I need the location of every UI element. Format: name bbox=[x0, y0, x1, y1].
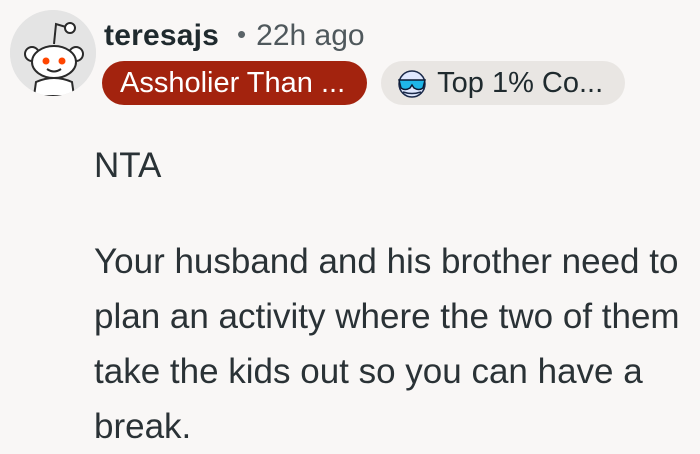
comment-timestamp[interactable]: 22h ago bbox=[256, 19, 364, 53]
user-flair-badge[interactable]: Assholier Than ... bbox=[102, 61, 368, 105]
sunglasses-icon bbox=[395, 68, 429, 98]
comment-paragraph: Your husband and his brother need to pla… bbox=[94, 242, 680, 446]
top-contributor-badge[interactable]: Top 1% Co... bbox=[381, 61, 626, 105]
user-flair-label: Assholier Than ... bbox=[120, 66, 346, 99]
top-contributor-label: Top 1% Co... bbox=[437, 66, 604, 99]
comment-header: teresajs • 22h ago bbox=[104, 14, 365, 58]
comment-paragraph: NTA bbox=[94, 146, 162, 185]
user-avatar[interactable] bbox=[10, 10, 96, 96]
reddit-snoo-avatar-icon bbox=[10, 10, 96, 96]
username-link[interactable]: teresajs bbox=[104, 19, 219, 53]
comment-body: NTA Your husband and his brother need to… bbox=[94, 138, 694, 454]
separator-dot: • bbox=[237, 18, 247, 49]
user-flairs: Assholier Than ... Top 1% Co... bbox=[102, 61, 626, 105]
